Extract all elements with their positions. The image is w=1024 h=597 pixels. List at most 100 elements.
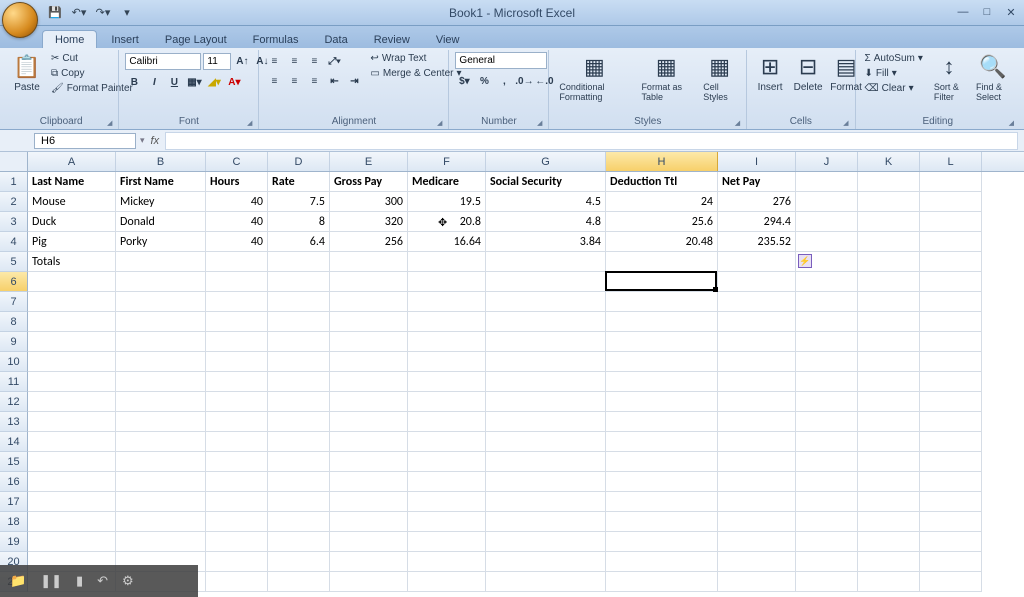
cell-K17[interactable]: [858, 492, 920, 512]
cell-D12[interactable]: [268, 392, 330, 412]
cell-K4[interactable]: [858, 232, 920, 252]
cell-H5[interactable]: [606, 252, 718, 272]
decrease-indent-button[interactable]: ⇤: [325, 72, 343, 90]
cell-L15[interactable]: [920, 452, 982, 472]
cell-G17[interactable]: [486, 492, 606, 512]
cell-J9[interactable]: [796, 332, 858, 352]
cell-H19[interactable]: [606, 532, 718, 552]
cell-I7[interactable]: [718, 292, 796, 312]
cell-D13[interactable]: [268, 412, 330, 432]
cell-H2[interactable]: 24: [606, 192, 718, 212]
row-header-5[interactable]: 5: [0, 252, 28, 272]
cell-F12[interactable]: [408, 392, 486, 412]
col-header-A[interactable]: A: [28, 152, 116, 171]
cell-B7[interactable]: [116, 292, 206, 312]
cell-C2[interactable]: 40: [206, 192, 268, 212]
cell-F15[interactable]: [408, 452, 486, 472]
cell-A15[interactable]: [28, 452, 116, 472]
cell-J15[interactable]: [796, 452, 858, 472]
cell-E20[interactable]: [330, 552, 408, 572]
cell-L7[interactable]: [920, 292, 982, 312]
cell-F5[interactable]: [408, 252, 486, 272]
cell-K13[interactable]: [858, 412, 920, 432]
fill-button[interactable]: ⬇ Fill ▾: [862, 67, 926, 80]
cell-L13[interactable]: [920, 412, 982, 432]
cell-D2[interactable]: 7.5: [268, 192, 330, 212]
cell-A3[interactable]: Duck: [28, 212, 116, 232]
cell-I16[interactable]: [718, 472, 796, 492]
cell-G19[interactable]: [486, 532, 606, 552]
cell-C17[interactable]: [206, 492, 268, 512]
cell-B16[interactable]: [116, 472, 206, 492]
cell-D7[interactable]: [268, 292, 330, 312]
align-top-button[interactable]: ≡: [265, 52, 283, 70]
cell-A19[interactable]: [28, 532, 116, 552]
cell-H18[interactable]: [606, 512, 718, 532]
cell-D11[interactable]: [268, 372, 330, 392]
cell-C7[interactable]: [206, 292, 268, 312]
cell-C3[interactable]: 40: [206, 212, 268, 232]
cell-D8[interactable]: [268, 312, 330, 332]
cell-I19[interactable]: [718, 532, 796, 552]
cell-C1[interactable]: Hours: [206, 172, 268, 192]
cell-K3[interactable]: [858, 212, 920, 232]
row-header-11[interactable]: 11: [0, 372, 28, 392]
underline-button[interactable]: U: [165, 73, 183, 91]
cell-J13[interactable]: [796, 412, 858, 432]
cell-K15[interactable]: [858, 452, 920, 472]
font-size-combo[interactable]: [203, 53, 231, 70]
cell-G6[interactable]: [486, 272, 606, 292]
cell-G21[interactable]: [486, 572, 606, 592]
cell-A12[interactable]: [28, 392, 116, 412]
cell-L18[interactable]: [920, 512, 982, 532]
cell-F8[interactable]: [408, 312, 486, 332]
col-header-D[interactable]: D: [268, 152, 330, 171]
cell-I14[interactable]: [718, 432, 796, 452]
grow-font-button[interactable]: A↑: [233, 52, 251, 70]
cell-F6[interactable]: [408, 272, 486, 292]
cell-L8[interactable]: [920, 312, 982, 332]
cell-styles-button[interactable]: ▦Cell Styles: [699, 52, 740, 104]
cell-D18[interactable]: [268, 512, 330, 532]
cell-B14[interactable]: [116, 432, 206, 452]
find-select-button[interactable]: 🔍Find & Select: [972, 52, 1014, 104]
name-box[interactable]: [34, 133, 136, 149]
row-header-19[interactable]: 19: [0, 532, 28, 552]
cell-I18[interactable]: [718, 512, 796, 532]
player-prev-icon[interactable]: 📁: [10, 573, 26, 589]
cell-G10[interactable]: [486, 352, 606, 372]
cell-B2[interactable]: Mickey: [116, 192, 206, 212]
cell-E14[interactable]: [330, 432, 408, 452]
cell-G9[interactable]: [486, 332, 606, 352]
row-header-1[interactable]: 1: [0, 172, 28, 192]
cell-B8[interactable]: [116, 312, 206, 332]
cell-B12[interactable]: [116, 392, 206, 412]
cell-D5[interactable]: [268, 252, 330, 272]
cell-C14[interactable]: [206, 432, 268, 452]
cell-A17[interactable]: [28, 492, 116, 512]
cell-E17[interactable]: [330, 492, 408, 512]
increase-indent-button[interactable]: ⇥: [345, 72, 363, 90]
cell-E10[interactable]: [330, 352, 408, 372]
comma-button[interactable]: ,: [495, 72, 513, 90]
cell-K10[interactable]: [858, 352, 920, 372]
cell-I3[interactable]: 294.4: [718, 212, 796, 232]
cell-D15[interactable]: [268, 452, 330, 472]
cell-I5[interactable]: [718, 252, 796, 272]
cell-C11[interactable]: [206, 372, 268, 392]
cell-I11[interactable]: [718, 372, 796, 392]
row-header-18[interactable]: 18: [0, 512, 28, 532]
tab-review[interactable]: Review: [362, 31, 422, 48]
cell-K19[interactable]: [858, 532, 920, 552]
cell-E21[interactable]: [330, 572, 408, 592]
cell-E16[interactable]: [330, 472, 408, 492]
cell-C21[interactable]: [206, 572, 268, 592]
cell-B6[interactable]: [116, 272, 206, 292]
select-all-corner[interactable]: [0, 152, 28, 172]
cell-H13[interactable]: [606, 412, 718, 432]
cell-F1[interactable]: Medicare: [408, 172, 486, 192]
col-header-J[interactable]: J: [796, 152, 858, 171]
tab-insert[interactable]: Insert: [99, 31, 151, 48]
cell-I2[interactable]: 276: [718, 192, 796, 212]
cell-A7[interactable]: [28, 292, 116, 312]
